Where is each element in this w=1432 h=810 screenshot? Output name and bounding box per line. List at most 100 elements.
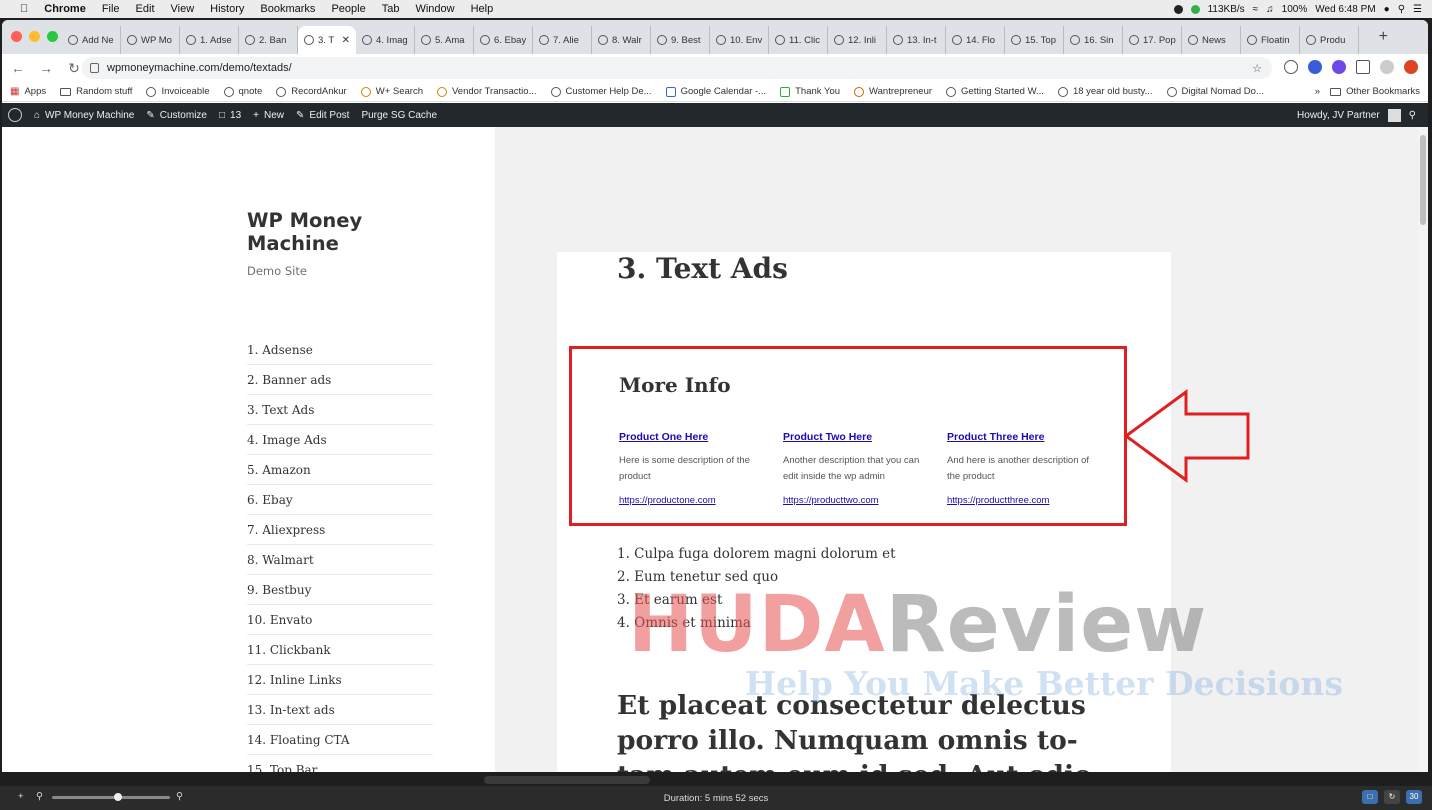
bookmark-item[interactable]: W+ Search <box>360 86 423 97</box>
back-icon[interactable]: ← <box>6 60 30 76</box>
close-window-button[interactable] <box>11 31 22 42</box>
bookmark-item[interactable]: Digital Nomad Do... <box>1166 86 1264 97</box>
howdy-link[interactable]: Howdy, JV Partner <box>1297 110 1380 121</box>
menu-item[interactable]: 2. Banner ads <box>247 365 433 395</box>
url-text[interactable]: wpmoneymachine.com/demo/textads/ <box>107 62 292 74</box>
ad-url-link[interactable]: https://productone.com <box>619 495 716 506</box>
bookmark-item[interactable]: 18 year old busty... <box>1057 86 1153 97</box>
wordpress-icon[interactable] <box>8 108 22 122</box>
search-icon[interactable]: ⚲ <box>1409 110 1416 121</box>
ad-url-link[interactable]: https://productthree.com <box>947 495 1049 506</box>
pocket-icon[interactable] <box>1284 60 1298 74</box>
avatar[interactable] <box>1387 108 1401 122</box>
menu-item[interactable]: 9. Bestbuy <box>247 575 433 605</box>
bookmark-item[interactable]: Invoiceable <box>146 86 210 97</box>
caption-icon[interactable]: □ <box>1362 790 1378 804</box>
menu-item[interactable]: 13. In-text ads <box>247 695 433 725</box>
admin-site-link[interactable]: ⌂ WP Money Machine <box>34 110 134 121</box>
menu-item[interactable]: 8. Walmart <box>247 545 433 575</box>
address-bar[interactable]: wpmoneymachine.com/demo/textads/ ☆ <box>82 57 1272 79</box>
clock[interactable]: Wed 6:48 PM <box>1315 4 1375 15</box>
menu-item[interactable]: 10. Envato <box>247 605 433 635</box>
bookmark-folder[interactable]: Random stuff <box>60 86 132 97</box>
bookmark-item[interactable]: Getting Started W... <box>946 86 1044 97</box>
extension-v-icon[interactable] <box>1308 60 1322 74</box>
user-icon[interactable]: ● <box>1384 4 1390 15</box>
record-icon[interactable] <box>1173 4 1183 14</box>
cast-icon[interactable] <box>1356 60 1370 74</box>
bookmark-star-icon[interactable]: ☆ <box>1252 62 1262 75</box>
bookmark-item[interactable]: Google Calendar -... <box>665 86 766 97</box>
bookmark-item[interactable]: RecordAnkur <box>276 86 347 97</box>
menu-item[interactable]: 3. Text Ads <box>247 395 433 425</box>
zoom-window-button[interactable] <box>47 31 58 42</box>
menu-item[interactable]: 7. Aliexpress <box>247 515 433 545</box>
tab-21[interactable]: Produ <box>1300 26 1359 54</box>
speed-icon[interactable]: 30 <box>1406 790 1422 804</box>
admin-purge-link[interactable]: Purge SG Cache <box>361 110 437 121</box>
tab-20[interactable]: Floatin <box>1241 26 1300 54</box>
ad-title-link[interactable]: Product One Here <box>619 431 769 443</box>
tab-8[interactable]: 7. Alie <box>533 26 592 54</box>
ad-title-link[interactable]: Product Two Here <box>783 431 933 443</box>
menu-tab[interactable]: Tab <box>374 3 408 15</box>
admin-comments-link[interactable]: □ 13 <box>219 110 241 121</box>
menu-item[interactable]: 14. Floating CTA <box>247 725 433 755</box>
tab-10[interactable]: 9. Best <box>651 26 710 54</box>
menu-item[interactable]: 11. Clickbank <box>247 635 433 665</box>
bookmark-item[interactable]: qnote <box>223 86 262 97</box>
admin-customize-link[interactable]: ✎ Customize <box>146 110 207 121</box>
tab-6[interactable]: 5. Ama <box>415 26 474 54</box>
tab-18[interactable]: 17. Pop <box>1123 26 1182 54</box>
admin-edit-link[interactable]: ✎ Edit Post <box>296 110 349 121</box>
menu-item[interactable]: 1. Adsense <box>247 335 433 365</box>
tab-5[interactable]: 4. Imag <box>356 26 415 54</box>
forward-icon[interactable]: → <box>34 60 58 76</box>
menu-item[interactable]: 4. Image Ads <box>247 425 433 455</box>
tab-active[interactable]: 3. T ✕ <box>298 26 356 54</box>
profile-icon[interactable] <box>1380 60 1394 74</box>
tab-17[interactable]: 16. Sin <box>1064 26 1123 54</box>
minimize-window-button[interactable] <box>29 31 40 42</box>
resize-handle[interactable] <box>484 776 650 784</box>
page-scrollbar[interactable] <box>1418 127 1428 772</box>
ad-url-link[interactable]: https://producttwo.com <box>783 495 879 506</box>
menu-window[interactable]: Window <box>407 3 462 15</box>
menu-help[interactable]: Help <box>463 3 502 15</box>
menu-history[interactable]: History <box>202 3 252 15</box>
bookmark-apps[interactable]: ▦ Apps <box>10 86 46 97</box>
apple-icon[interactable]:  <box>12 3 36 15</box>
app-menu[interactable]: Chrome <box>36 3 94 15</box>
scrollbar-thumb[interactable] <box>1420 135 1426 225</box>
tab-12[interactable]: 11. Clic <box>769 26 828 54</box>
extension-purple-icon[interactable] <box>1332 60 1346 74</box>
menu-item[interactable]: 6. Ebay <box>247 485 433 515</box>
menu-edit[interactable]: Edit <box>128 3 163 15</box>
tab-2[interactable]: 1. Adse <box>180 26 239 54</box>
tab-1[interactable]: WP Mo <box>121 26 180 54</box>
tab-3[interactable]: 2. Ban <box>239 26 298 54</box>
tab-11[interactable]: 10. Env <box>710 26 769 54</box>
bookmark-item[interactable]: Vendor Transactio... <box>437 86 537 97</box>
tab-15[interactable]: 14. Flo <box>946 26 1005 54</box>
bookmark-item[interactable]: Wantrepreneur <box>854 86 932 97</box>
menu-item[interactable]: 12. Inline Links <box>247 665 433 695</box>
tab-0[interactable]: Add Ne <box>62 26 121 54</box>
close-tab-icon[interactable]: ✕ <box>342 35 350 46</box>
more-bookmarks-button[interactable]: » <box>1315 86 1320 97</box>
bookmark-item[interactable]: Thank You <box>780 86 840 97</box>
tab-16[interactable]: 15. Top <box>1005 26 1064 54</box>
extension-red-icon[interactable] <box>1404 60 1418 74</box>
tab-14[interactable]: 13. In-t <box>887 26 946 54</box>
menu-item[interactable]: 5. Amazon <box>247 455 433 485</box>
site-title[interactable]: WP Money Machine <box>247 209 447 255</box>
other-bookmarks[interactable]: Other Bookmarks <box>1330 86 1420 97</box>
loop-icon[interactable]: ↻ <box>1384 790 1400 804</box>
menu-item[interactable]: 15. Top Bar <box>247 755 433 772</box>
wifi-icon[interactable]: ≈ <box>1253 4 1259 15</box>
menu-bookmarks[interactable]: Bookmarks <box>252 3 323 15</box>
admin-new-link[interactable]: + New <box>253 110 284 121</box>
new-tab-button[interactable]: + <box>1379 28 1388 46</box>
tab-9[interactable]: 8. Walr <box>592 26 651 54</box>
menu-list-icon[interactable]: ☰ <box>1413 4 1422 15</box>
